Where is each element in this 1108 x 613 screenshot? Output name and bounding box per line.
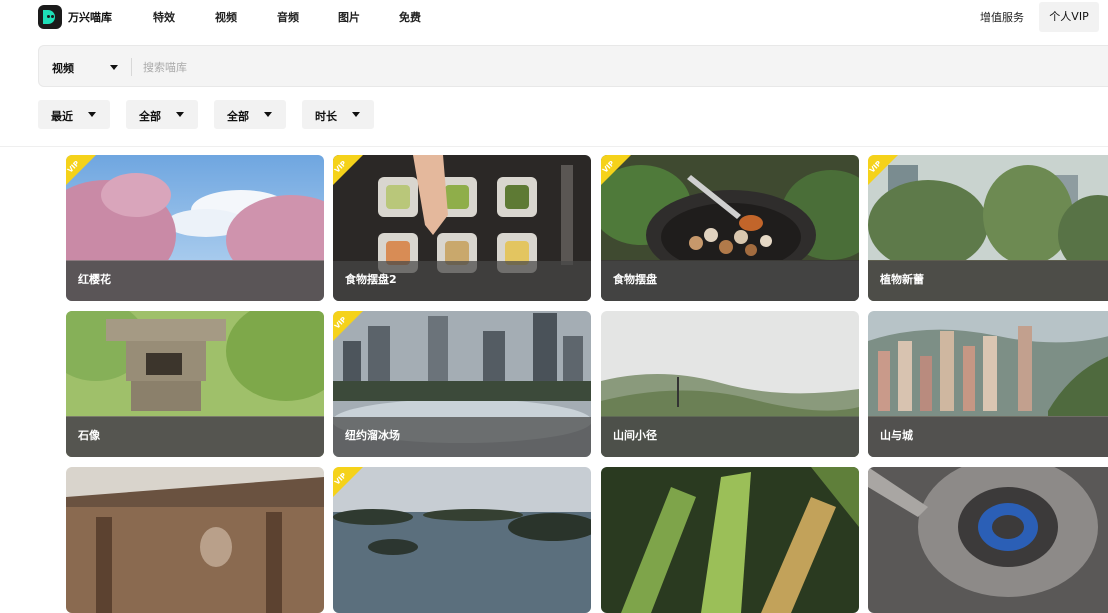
brand-logo-icon[interactable]	[38, 5, 62, 29]
card-title: 食物摆盘	[613, 273, 657, 286]
card-title: 山间小径	[613, 429, 657, 442]
search-input[interactable]	[143, 57, 643, 77]
chevron-down-icon	[352, 112, 360, 117]
nav-item-effects[interactable]: 特效	[153, 9, 175, 25]
card-title: 石像	[78, 429, 100, 442]
filter-label: 最近	[51, 110, 73, 123]
search-type-select[interactable]: 视频	[52, 60, 74, 76]
nav-item-video[interactable]: 视频	[215, 9, 237, 25]
video-card-bamboo-leaves[interactable]	[601, 467, 859, 613]
card-title: 纽约溜冰场	[345, 429, 400, 442]
chevron-down-icon[interactable]	[110, 65, 118, 70]
chevron-down-icon	[264, 112, 272, 117]
card-title: 食物摆盘2	[345, 273, 397, 286]
filter-category[interactable]: 全部	[126, 100, 198, 129]
card-title: 植物新蕾	[880, 273, 924, 286]
vip-badge: VIP	[333, 155, 363, 185]
video-card-red-cherry-blossom[interactable]: 红樱花 VIP	[66, 155, 324, 301]
nav-item-free[interactable]: 免费	[399, 9, 421, 25]
filter-label: 全部	[139, 110, 161, 123]
chevron-down-icon	[176, 112, 184, 117]
header-divider	[0, 146, 1108, 147]
nav-item-audio[interactable]: 音频	[277, 9, 299, 25]
video-card-wooden-house-monkey[interactable]	[66, 467, 324, 613]
thumbnail-image	[66, 467, 324, 613]
thumbnail-image	[333, 467, 591, 613]
value-added-services-link[interactable]: 增值服务	[980, 9, 1024, 25]
vip-badge: VIP	[601, 155, 631, 185]
vip-badge: VIP	[333, 467, 363, 497]
card-caption-bar	[66, 417, 324, 457]
brand-name[interactable]: 万兴喵库	[68, 9, 112, 25]
personal-vip-button[interactable]: 个人VIP	[1039, 2, 1099, 32]
filter-label: 全部	[227, 110, 249, 123]
video-card-food-plating-2[interactable]: 食物摆盘2 VIP	[333, 155, 591, 301]
filter-duration[interactable]: 时长	[302, 100, 374, 129]
card-title: 山与城	[880, 429, 913, 442]
video-card-mountain-trail[interactable]: 山间小径	[601, 311, 859, 457]
thumbnail-image	[868, 467, 1108, 613]
card-title: 红樱花	[78, 273, 111, 286]
video-card-islands-bay[interactable]: VIP	[333, 467, 591, 613]
vip-badge: VIP	[868, 155, 898, 185]
search-bar: 视频	[38, 45, 1108, 87]
video-card-mountain-and-city[interactable]: 山与城	[868, 311, 1108, 457]
chevron-down-icon	[88, 112, 96, 117]
filter-label: 时长	[315, 110, 337, 123]
filter-type[interactable]: 全部	[214, 100, 286, 129]
video-card-stone-statue[interactable]: 石像	[66, 311, 324, 457]
video-card-gas-stove-flame[interactable]	[868, 467, 1108, 613]
nav-item-images[interactable]: 图片	[338, 9, 360, 25]
top-navigation: 万兴喵库 特效 视频 音频 图片 免费 增值服务 个人VIP	[0, 0, 1108, 36]
vip-badge: VIP	[333, 311, 363, 341]
video-card-plant-buds[interactable]: 植物新蕾 VIP	[868, 155, 1108, 301]
vip-badge: VIP	[66, 155, 96, 185]
video-card-food-plating[interactable]: 食物摆盘 VIP	[601, 155, 859, 301]
filter-recent[interactable]: 最近	[38, 100, 110, 129]
search-divider	[131, 58, 132, 76]
video-card-nyc-ice-rink[interactable]: 纽约溜冰场 VIP	[333, 311, 591, 457]
thumbnail-image	[601, 467, 859, 613]
